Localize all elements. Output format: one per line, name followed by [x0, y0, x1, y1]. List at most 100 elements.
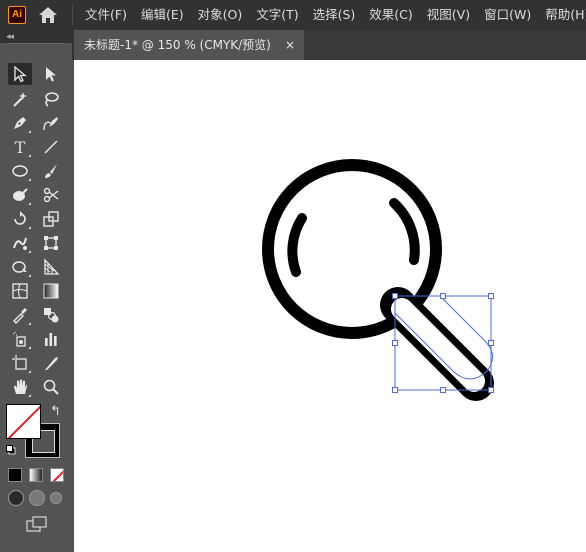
- resize-handle-w[interactable]: [392, 340, 398, 346]
- magic-wand-icon: [13, 92, 27, 107]
- scale-tool[interactable]: [39, 208, 63, 230]
- column-graph-icon: [45, 333, 57, 346]
- slice-icon: [45, 357, 58, 370]
- menu-select[interactable]: 选择(S): [306, 0, 363, 30]
- symbol-sprayer-icon: [13, 332, 26, 347]
- shaper-icon: [13, 188, 28, 201]
- tool-group-indicator: [28, 370, 31, 373]
- menu-type[interactable]: 文字(T): [249, 0, 305, 30]
- gradient-tool[interactable]: [39, 280, 63, 302]
- tool-group-indicator: [28, 154, 31, 157]
- menu-edit[interactable]: 编辑(E): [134, 0, 191, 30]
- resize-handle-se[interactable]: [488, 387, 494, 393]
- column-graph-tool[interactable]: [39, 328, 63, 350]
- menu-help[interactable]: 帮助(H): [538, 0, 586, 30]
- resize-handle-nw[interactable]: [392, 293, 398, 299]
- draw-inside-button[interactable]: [50, 492, 62, 504]
- pen-icon: [14, 117, 26, 129]
- tool-group-indicator: [28, 250, 31, 253]
- artboard-canvas[interactable]: [74, 60, 586, 552]
- resize-handle-ne[interactable]: [488, 293, 494, 299]
- resize-handle-sw[interactable]: [392, 387, 398, 393]
- perspective-grid-tool[interactable]: [39, 256, 63, 278]
- document-tab[interactable]: 未标题-1* @ 150 % (CMYK/预览) ×: [74, 30, 304, 60]
- menu-divider: [72, 5, 73, 25]
- paintbrush-tool[interactable]: [39, 160, 63, 182]
- color-mode-button[interactable]: [8, 468, 22, 482]
- tool-group-indicator: [28, 226, 31, 229]
- type-tool[interactable]: T: [8, 136, 32, 158]
- zoom-tool[interactable]: [39, 376, 63, 398]
- menu-view[interactable]: 视图(V): [420, 0, 477, 30]
- tool-group-indicator: [28, 274, 31, 277]
- tool-group-indicator: [28, 130, 31, 133]
- direct-selection-tool[interactable]: [39, 63, 63, 85]
- curvature-tool[interactable]: [39, 112, 63, 134]
- menu-effect[interactable]: 效果(C): [362, 0, 419, 30]
- blend-tool[interactable]: [39, 304, 63, 326]
- shape-builder-icon: [12, 261, 27, 273]
- brush-icon: [45, 164, 57, 178]
- artboard-icon: [12, 355, 27, 370]
- lasso-icon: [45, 92, 59, 107]
- magnifier-icon: [43, 379, 59, 395]
- ellipse-tool[interactable]: [8, 160, 32, 182]
- none-mode-button[interactable]: [50, 468, 64, 482]
- magic-wand-tool[interactable]: [8, 88, 32, 110]
- hand-icon: [14, 379, 27, 394]
- menu-file[interactable]: 文件(F): [78, 0, 134, 30]
- scale-icon: [43, 211, 59, 227]
- resize-handle-e[interactable]: [488, 340, 494, 346]
- symbol-sprayer-tool[interactable]: [8, 328, 32, 350]
- swap-fill-stroke-icon[interactable]: ↰: [50, 404, 61, 419]
- tool-group-indicator: [28, 346, 31, 349]
- tool-group-indicator: [28, 178, 31, 181]
- menu-window[interactable]: 窗口(W): [477, 0, 538, 30]
- tool-group-indicator: [28, 202, 31, 205]
- line-segment-tool[interactable]: [39, 136, 63, 158]
- menu-bar: Ai 文件(F) 编辑(E) 对象(O) 文字(T) 选择(S) 效果(C) 视…: [0, 0, 586, 30]
- close-tab-icon[interactable]: ×: [285, 30, 295, 60]
- ellipse-icon: [12, 165, 28, 177]
- draw-normal-button[interactable]: [8, 490, 24, 506]
- tool-group-indicator: [28, 394, 31, 397]
- draw-behind-button[interactable]: [29, 490, 45, 506]
- warp-icon: [13, 237, 27, 250]
- selection-arrow-icon: [14, 65, 27, 83]
- hand-tool[interactable]: [8, 376, 32, 398]
- eyedropper-icon: [13, 308, 27, 324]
- shaper-tool[interactable]: [8, 184, 32, 206]
- glare-arc-left[interactable]: [287, 213, 307, 277]
- artboard-tool[interactable]: [8, 352, 32, 374]
- mesh-tool[interactable]: [8, 280, 32, 302]
- default-colors-icon[interactable]: [6, 445, 16, 455]
- resize-handle-s[interactable]: [440, 387, 446, 393]
- puppet-warp-tool[interactable]: [8, 232, 32, 254]
- collapse-panel-icon[interactable]: ◂◂: [6, 32, 14, 42]
- home-icon[interactable]: [38, 6, 58, 24]
- line-icon: [44, 140, 58, 154]
- gradient-icon: [43, 283, 59, 299]
- document-tab-title: 未标题-1* @ 150 % (CMYK/预览): [84, 38, 271, 52]
- free-transform-tool[interactable]: [39, 232, 63, 254]
- tool-group-indicator: [28, 322, 31, 325]
- glare-arc-right[interactable]: [389, 198, 420, 265]
- perspective-grid-icon: [44, 258, 60, 275]
- screen-mode-icon[interactable]: [26, 516, 48, 532]
- none-icon: [52, 470, 63, 481]
- pen-tool[interactable]: [8, 112, 32, 134]
- rotate-tool[interactable]: [8, 208, 32, 230]
- scissors-tool[interactable]: [39, 184, 63, 206]
- none-fill-icon: [7, 405, 40, 438]
- slice-tool[interactable]: [39, 352, 63, 374]
- eyedropper-tool[interactable]: [8, 304, 32, 326]
- menu-object[interactable]: 对象(O): [191, 0, 250, 30]
- lasso-tool[interactable]: [39, 88, 63, 110]
- gradient-mode-button[interactable]: [29, 468, 43, 482]
- toolbar-grip[interactable]: [8, 43, 64, 46]
- shape-builder-tool[interactable]: [8, 256, 32, 278]
- selection-tool[interactable]: [8, 63, 32, 85]
- resize-handle-n[interactable]: [440, 293, 446, 299]
- fill-swatch[interactable]: [6, 404, 41, 439]
- mesh-icon: [12, 283, 28, 299]
